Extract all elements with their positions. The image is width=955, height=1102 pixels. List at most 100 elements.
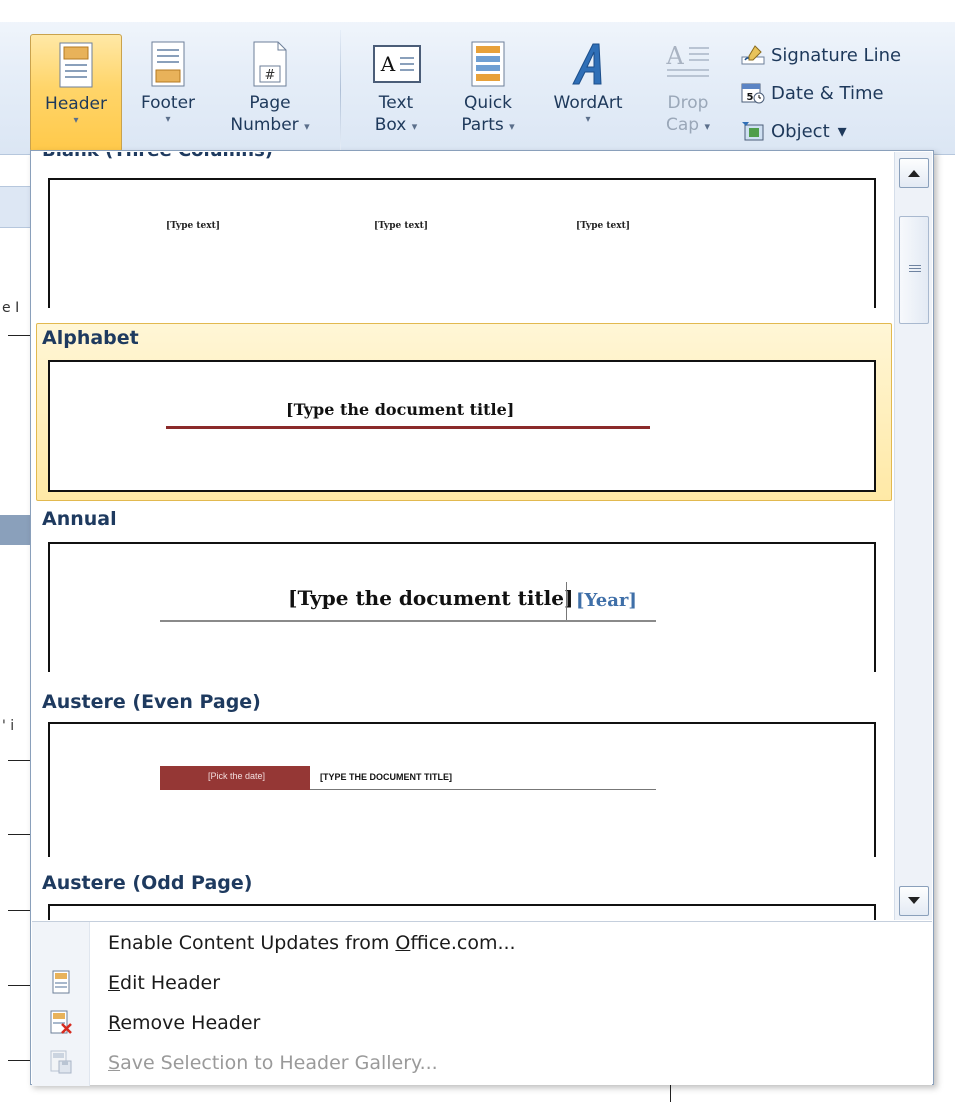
gallery-item-austere-even-page[interactable]: [Pick the date] [TYPE THE DOCUMENT TITLE… [48, 722, 876, 857]
gallery-item-annual[interactable]: [Type the document title] [Year] [48, 542, 876, 672]
alphabet-title-placeholder: [Type the document title] [286, 400, 515, 419]
text-box-button[interactable]: A Text Box ▾ [356, 34, 436, 152]
scroll-up-button[interactable] [899, 158, 929, 188]
signature-line-label: Signature Line [771, 44, 902, 66]
footer-dropdown-arrow: ▾ [165, 114, 171, 125]
document-line [8, 335, 30, 336]
ruler [0, 186, 30, 228]
quick-parts-button[interactable]: Quick Parts ▾ [448, 34, 528, 152]
date-time-button[interactable]: 5 Date & Time [741, 76, 884, 110]
gallery-item-blank-three-columns[interactable]: [Type text] [Type text] [Type text] [48, 178, 876, 308]
austere-date-bar: [Pick the date] [160, 766, 310, 790]
edit-header-icon [52, 970, 70, 994]
gallery-item-austere-odd-page[interactable] [48, 904, 876, 920]
page-number-label-bottom-row: Number ▾ [218, 114, 322, 138]
signature-line-button[interactable]: Signature Line [741, 38, 901, 72]
text-box-icon: A [373, 45, 421, 83]
enable-content-updates-accel: O [395, 932, 411, 954]
gallery-category-blank-three-columns: Blank (Three Columns) [42, 152, 273, 161]
scroll-down-button[interactable] [899, 886, 929, 916]
svg-text:A: A [380, 52, 396, 76]
save-selection-accel: S [108, 1052, 121, 1074]
signature-line-icon [741, 45, 765, 65]
document-color-block [0, 515, 30, 545]
drop-cap-button[interactable]: A Drop Cap ▾ [648, 34, 728, 152]
ribbon-top-strip [0, 0, 955, 22]
edit-header-accel: E [108, 972, 121, 994]
page-number-icon: # [253, 41, 287, 87]
scrollbar-grip [909, 268, 921, 269]
document-line [670, 1085, 671, 1102]
gallery-scrollbar[interactable] [894, 152, 932, 920]
ribbon: Header ▾ Footer ▾ # Page Number ▾ A Text… [0, 0, 955, 155]
quick-parts-label-bottom-row: Parts ▾ [448, 114, 528, 138]
wordart-dropdown-arrow: ▾ [585, 114, 591, 125]
gallery-category-austere-even-page: Austere (Even Page) [42, 691, 261, 713]
page-number-label-top: Page [249, 93, 291, 113]
remove-header-item[interactable]: Remove Header [108, 1012, 260, 1034]
page-number-button[interactable]: # Page Number ▾ [218, 34, 322, 152]
wordart-label: WordArt [553, 93, 623, 113]
object-dropdown-arrow: ▾ [837, 120, 847, 142]
austere-title-placeholder: [TYPE THE DOCUMENT TITLE] [320, 772, 452, 782]
text-box-label-top: Text [378, 93, 414, 113]
document-line [8, 1060, 30, 1061]
remove-header-label: emove Header [120, 1012, 261, 1034]
ribbon-group-divider [340, 30, 341, 150]
document-text-stub: e I [2, 300, 20, 316]
annual-title-placeholder: [Type the document title] [288, 586, 574, 610]
annual-year-placeholder: [Year] [576, 590, 637, 611]
document-line [8, 985, 30, 986]
scroll-up-arrow-icon [908, 170, 920, 177]
gallery-category-annual: Annual [42, 508, 117, 530]
object-icon [742, 122, 764, 141]
gallery-category-alphabet: Alphabet [42, 327, 139, 349]
page-number-dropdown-arrow: ▾ [304, 120, 310, 133]
wordart-button[interactable]: WordArt ▾ [536, 34, 640, 152]
edit-header-label: dit Header [120, 972, 221, 994]
placeholder-text: [Type text] [576, 221, 631, 231]
drop-cap-dropdown-arrow: ▾ [704, 120, 711, 133]
scroll-down-arrow-icon [908, 897, 920, 904]
svg-text:#: # [265, 68, 276, 83]
document-line [8, 834, 30, 835]
drop-cap-icon: A [665, 42, 709, 77]
footer-button[interactable]: Footer ▾ [124, 34, 212, 152]
date-time-icon: 5 [741, 83, 765, 104]
alphabet-title-rule [166, 426, 650, 429]
object-button[interactable]: Object ▾ [741, 114, 847, 148]
svg-text:5: 5 [747, 92, 754, 103]
edit-header-item[interactable]: Edit Header [108, 972, 220, 994]
save-selection-icon [50, 1050, 72, 1074]
scrollbar-thumb[interactable] [899, 216, 929, 324]
gallery-category-austere-odd-page: Austere (Odd Page) [42, 872, 253, 894]
scrollbar-grip [909, 271, 921, 272]
date-time-label: Date & Time [771, 82, 884, 104]
quick-parts-dropdown-arrow: ▾ [509, 120, 515, 133]
enable-content-updates-pre: Enable Content Updates from [108, 932, 396, 954]
placeholder-text: [Type text] [374, 221, 429, 231]
drop-cap-label-bottom: Cap [665, 115, 700, 135]
drop-cap-label-top: Drop [667, 93, 709, 113]
enable-content-updates-post: ffice.com... [410, 932, 516, 954]
quick-parts-label-top: Quick [463, 93, 513, 113]
document-text-stub: ' i [2, 718, 15, 734]
gallery-item-alphabet[interactable]: [Type the document title] [48, 360, 876, 492]
footer-label: Footer [140, 93, 196, 113]
header-menu: Enable Content Updates from Office.com..… [32, 921, 932, 1086]
header-dropdown-arrow: ▾ [73, 115, 79, 126]
drop-cap-label-bottom-row: Cap ▾ [648, 114, 728, 138]
remove-header-accel: R [108, 1012, 121, 1034]
header-button[interactable]: Header ▾ [30, 34, 122, 152]
scrollbar-grip [909, 265, 921, 266]
quick-parts-icon [471, 41, 505, 87]
austere-date-placeholder: [Pick the date] [208, 771, 266, 781]
enable-content-updates-item[interactable]: Enable Content Updates from Office.com..… [108, 932, 516, 954]
document-area [0, 155, 30, 1102]
header-gallery-dropdown: Blank (Three Columns) [Type text] [Type … [30, 150, 934, 1086]
save-selection-to-gallery-item[interactable]: Save Selection to Header Gallery... [108, 1052, 438, 1074]
annual-title-rule [160, 620, 656, 622]
page-number-label-bottom: Number [230, 115, 299, 135]
quick-parts-label-bottom: Parts [461, 115, 504, 135]
austere-title-rule [310, 789, 656, 790]
